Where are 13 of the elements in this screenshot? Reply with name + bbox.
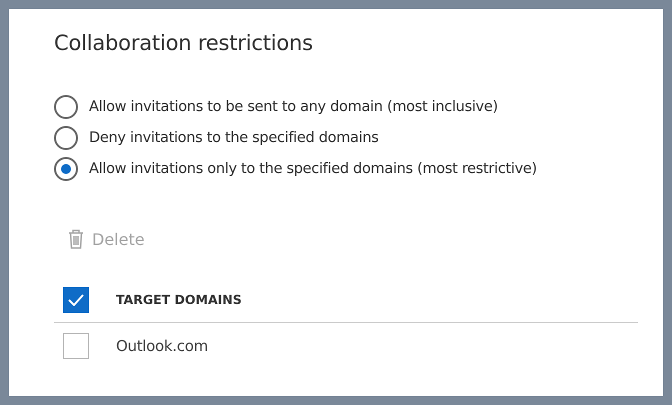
radio-label[interactable]: Deny invitations to the specified domains [89, 130, 378, 146]
radio-label[interactable]: Allow invitations to be sent to any domain (most inclusive) [89, 99, 498, 115]
radio-label[interactable]: Allow invitations only to the specified domains (most restrictive) [89, 161, 537, 177]
column-header: TARGET DOMAINS [116, 292, 242, 307]
radio-button[interactable] [54, 157, 78, 181]
checkbox[interactable] [63, 286, 89, 312]
panel-title: Collaboration restrictions [54, 31, 314, 55]
checkmark-icon [68, 294, 84, 306]
checkbox[interactable] [63, 333, 89, 359]
trash-icon [68, 229, 84, 249]
table-cell: Outlook.com [116, 337, 208, 355]
radio-button[interactable] [54, 126, 78, 150]
radio-button[interactable] [54, 95, 78, 119]
